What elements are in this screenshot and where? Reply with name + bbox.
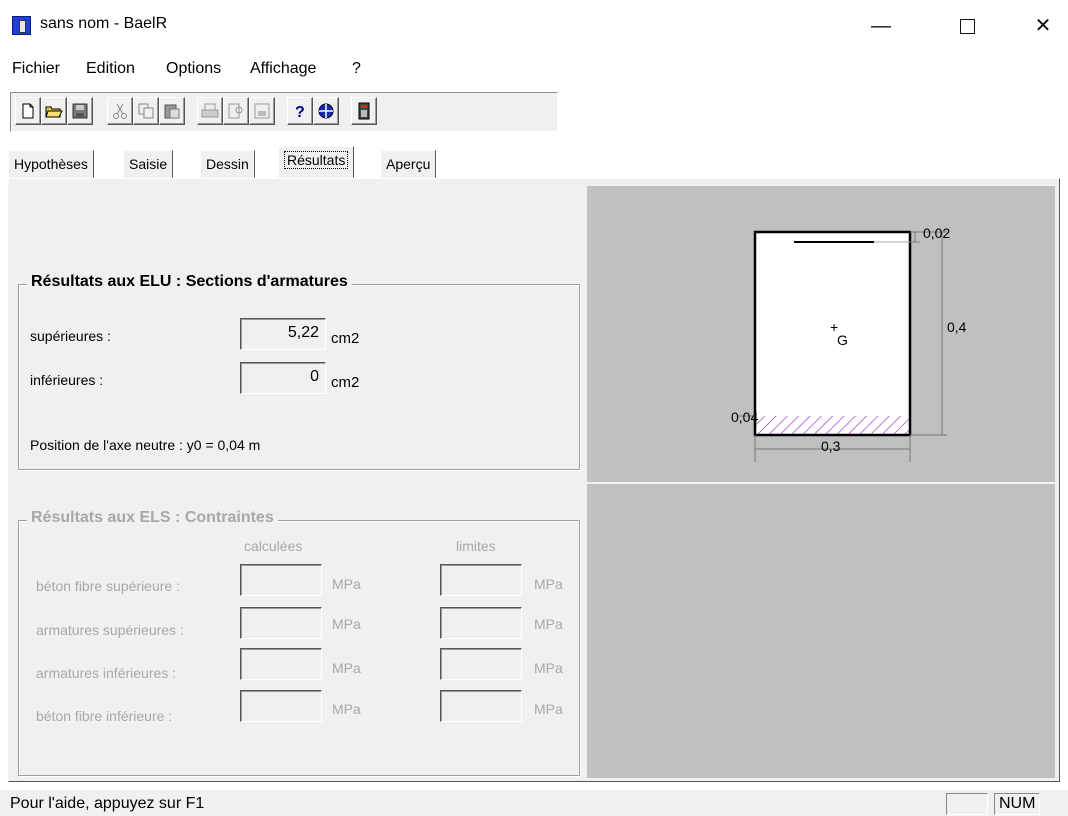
calculated-header: calculées [244, 538, 303, 554]
cut-icon [113, 103, 127, 119]
tab-strip: Hypothèses Saisie Dessin Résultats Aperç… [8, 146, 478, 180]
elu-group-title: Résultats aux ELU : Sections d'armatures [27, 273, 352, 291]
els-calc-field [240, 648, 322, 680]
open-button[interactable] [41, 97, 67, 125]
neutral-axis-text: Position de l'axe neutre : y0 = 0,04 m [30, 437, 261, 453]
print-button[interactable] [197, 97, 223, 125]
els-unit: MPa [534, 616, 563, 632]
width-label: 0,3 [821, 438, 841, 454]
tab-resultats-label: Résultats [284, 151, 349, 169]
els-unit: MPa [332, 616, 361, 632]
sup-value-field: 5,22 [240, 318, 326, 350]
title-bar: sans nom - BaelR — ✕ [0, 0, 1068, 52]
tab-resultats[interactable]: Résultats [278, 146, 355, 178]
maximize-icon [959, 19, 975, 34]
svg-text:?: ? [295, 104, 305, 120]
paste-icon [164, 104, 180, 119]
section-drawing: + G 0,02 0,4 0,04 0,3 [731, 225, 967, 462]
app-icon [12, 16, 31, 35]
els-limit-field [440, 690, 522, 722]
els-unit: MPa [534, 576, 563, 592]
els-row-label: armatures inférieures : [36, 665, 177, 681]
menu-help[interactable]: ? [352, 60, 361, 78]
tab-saisie[interactable]: Saisie [123, 150, 174, 178]
help-icon: ? [295, 104, 305, 120]
cut-button[interactable] [107, 97, 133, 125]
print-preview-button[interactable] [223, 97, 249, 125]
calculator-icon [358, 102, 370, 120]
paste-button[interactable] [159, 97, 185, 125]
help-button[interactable]: ? [287, 97, 313, 125]
save-icon [72, 103, 88, 119]
new-file-icon [22, 103, 34, 119]
print-preview-icon [228, 103, 243, 119]
close-button[interactable]: ✕ [1020, 8, 1066, 44]
print-setup-button[interactable] [249, 97, 275, 125]
els-limit-field [440, 648, 522, 680]
menu-fichier[interactable]: Fichier [12, 60, 60, 78]
els-unit: MPa [332, 701, 361, 717]
els-unit: MPa [332, 660, 361, 676]
tab-apercu[interactable]: Aperçu [380, 150, 437, 178]
centroid-label: G [837, 332, 848, 348]
status-cap-indicator [946, 793, 988, 815]
tab-dessin[interactable]: Dessin [200, 150, 255, 178]
toolbar: ? [10, 92, 558, 132]
top-cover-label: 0,02 [923, 225, 950, 241]
status-num-indicator: NUM [994, 793, 1041, 815]
els-row-label: béton fibre supérieure : [36, 578, 180, 594]
menu-affichage[interactable]: Affichage [250, 60, 316, 78]
height-label: 0,4 [947, 319, 967, 335]
status-help-text: Pour l'aide, appuyez sur F1 [10, 795, 205, 812]
menu-options[interactable]: Options [166, 60, 221, 78]
new-file-button[interactable] [15, 97, 41, 125]
els-unit: MPa [534, 660, 563, 676]
print-icon [201, 103, 219, 118]
els-unit: MPa [332, 576, 361, 592]
window-title: sans nom - BaelR [40, 15, 168, 32]
els-calc-field [240, 564, 322, 596]
context-help-button[interactable] [313, 97, 339, 125]
els-limit-field [440, 564, 522, 596]
els-group-title: Résultats aux ELS : Contraintes [27, 509, 278, 527]
inf-label: inférieures : [30, 372, 104, 388]
copy-button[interactable] [133, 97, 159, 125]
open-folder-icon [45, 106, 63, 118]
inf-unit: cm2 [331, 374, 360, 391]
els-limit-field [440, 607, 522, 639]
minimize-button[interactable]: — [858, 8, 904, 44]
els-row-label: armatures supérieures : [36, 622, 184, 638]
limits-header: limites [456, 538, 496, 554]
maximize-button[interactable] [944, 8, 990, 44]
context-help-icon [318, 103, 334, 119]
els-unit: MPa [534, 701, 563, 717]
inf-value-field: 0 [240, 362, 326, 394]
sup-unit: cm2 [331, 330, 360, 347]
tab-hypotheses[interactable]: Hypothèses [8, 150, 94, 178]
els-calc-field [240, 690, 322, 722]
calculator-button[interactable] [351, 97, 377, 125]
els-row-label: béton fibre inférieure : [36, 708, 173, 724]
empty-drawing-area [587, 484, 1055, 778]
status-bar: Pour l'aide, appuyez sur F1 NUM [0, 790, 1068, 816]
els-calc-field [240, 607, 322, 639]
print-setup-icon [254, 103, 270, 119]
copy-icon [138, 103, 154, 119]
compression-zone [756, 416, 909, 434]
bottom-cover-label: 0,04 [731, 409, 758, 425]
save-button[interactable] [67, 97, 93, 125]
sup-label: supérieures : [30, 328, 111, 344]
menu-edition[interactable]: Edition [86, 60, 135, 78]
menu-bar: Fichier Edition Options Affichage ? [0, 56, 1068, 84]
